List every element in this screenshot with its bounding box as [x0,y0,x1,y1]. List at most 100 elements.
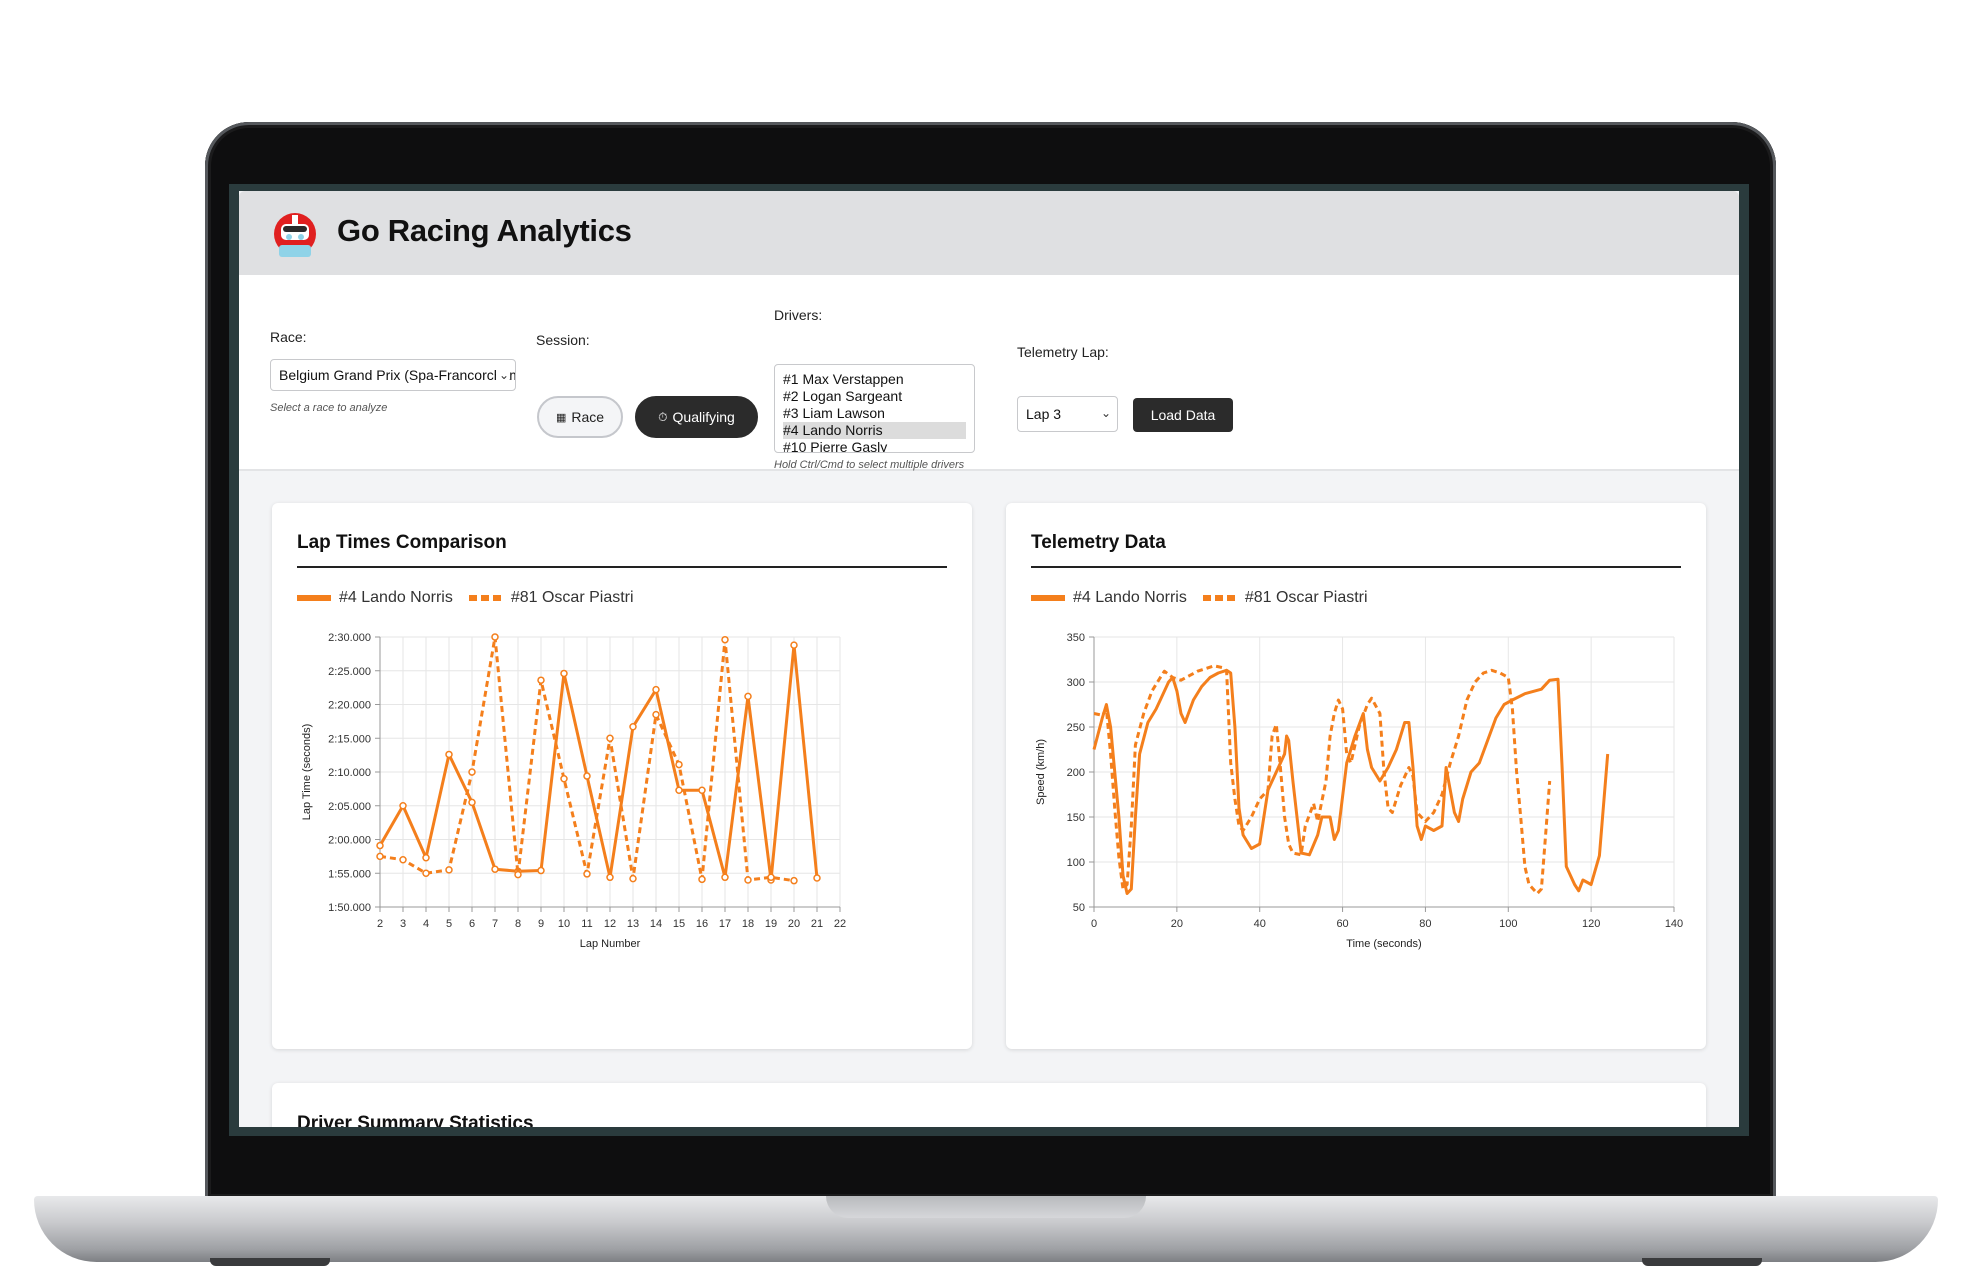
data-point [675,786,683,794]
data-point [422,853,430,862]
data-point [790,876,798,885]
data-point [675,760,683,769]
data-point [629,723,637,731]
session-qualifying-label: Qualifying [672,409,735,425]
race-select-value: Belgium Grand Prix (Spa-Francorchamps) [279,367,516,383]
x-tick-label: 0 [1091,918,1097,930]
summary-card: Driver Summary Statistics [272,1083,1706,1127]
data-point [744,876,752,884]
data-point [606,873,614,882]
data-point [767,873,775,882]
x-tick-label: 40 [1254,918,1266,930]
x-tick-label: 4 [423,918,429,930]
race-select[interactable]: Belgium Grand Prix (Spa-Francorchamps) ⌄ [270,359,516,391]
data-point [606,734,614,742]
data-point [537,866,545,875]
x-tick-label: 60 [1336,918,1348,930]
x-tick-label: 80 [1419,918,1431,930]
y-tick-label: 50 [1073,902,1085,914]
y-tick-label: 2:15.000 [328,733,371,745]
data-point [698,786,706,794]
x-tick-label: 11 [581,918,592,930]
controls-panel: Race: Belgium Grand Prix (Spa-Francorcha… [239,275,1739,471]
x-tick-label: 7 [492,918,498,930]
laptop-foot [210,1258,330,1266]
x-tick-label: 12 [604,918,616,930]
gopher-helmet-logo-icon [272,212,318,265]
app-screen: Go Racing Analytics Race: Belgium Grand … [239,191,1739,1127]
session-qualifying-button[interactable]: ⏱ Qualifying [635,396,758,438]
drivers-hint: Hold Ctrl/Cmd to select multiple drivers [774,459,965,471]
data-point [698,875,706,884]
x-tick-label: 19 [765,918,777,930]
data-point [629,874,637,883]
lap-select-value: Lap 3 [1026,406,1062,422]
y-tick-label: 2:00.000 [328,835,371,847]
data-point [721,635,729,644]
telemetry-card: Telemetry Data #4 Lando Norris #81 Oscar… [1006,503,1706,1049]
series-line-oscar-piastri [1093,664,1552,895]
x-tick-label: 21 [811,918,823,930]
app-title: Go Racing Analytics [337,213,632,248]
driver-option[interactable]: #3 Liam Lawson [783,405,966,422]
x-tick-label: 20 [788,918,800,930]
race-hint: Select a race to analyze [270,402,388,414]
data-point [445,750,453,759]
x-tick-label: 100 [1499,918,1517,930]
driver-option[interactable]: #2 Logan Sargeant [783,388,966,405]
y-tick-label: 2:20.000 [328,700,371,712]
data-point [721,873,729,882]
load-data-button[interactable]: Load Data [1133,398,1233,432]
lap-times-chart: 1:50.000 1:55.000 2:00.000 2:05.000 2:10.000… [301,632,846,950]
data-point [560,669,568,678]
session-race-label: Race [571,409,605,425]
y-tick-label: 250 [1067,722,1085,734]
x-tick-label: 13 [627,918,639,930]
x-tick-label: 14 [650,918,662,930]
telemetry-lap-select[interactable]: Lap 3 ⌄ [1017,396,1118,432]
stopwatch-icon: ⏱ [658,409,668,424]
data-point [813,874,821,882]
series-line-lando-norris [1092,668,1610,895]
data-point [652,685,660,694]
drivers-multiselect[interactable]: #1 Max Verstappen #2 Logan Sargeant #3 L… [774,364,975,453]
y-axis-title: Speed (km/h) [1035,739,1047,805]
x-axis-title: Lap Number [580,938,641,950]
data-point [468,768,476,776]
y-tick-label: 2:05.000 [328,801,371,813]
driver-option-selected[interactable]: #4 Lando Norris [783,422,966,439]
drivers-label: Drivers: [774,307,823,323]
x-tick-label: 140 [1665,918,1683,930]
data-point [491,633,499,641]
data-point [744,692,752,701]
x-tick-label: 10 [558,918,570,930]
data-point [399,856,407,864]
x-tick-label: 18 [742,918,754,930]
x-tick-label: 5 [446,918,452,930]
data-point [376,841,384,850]
chevron-down-icon: ⌄ [495,368,509,382]
y-tick-label: 300 [1067,677,1085,689]
x-tick-label: 120 [1582,918,1600,930]
series-line-lando-norris [378,643,819,882]
data-point [399,802,407,810]
data-point [583,772,591,780]
laptop-notch [826,1196,1146,1218]
x-tick-label: 6 [469,918,475,930]
data-point [468,798,476,807]
x-tick-label: 8 [515,918,521,930]
data-point [560,775,568,783]
y-tick-label: 200 [1067,767,1085,779]
y-tick-label: 2:25.000 [328,666,371,678]
x-axis-title: Time (seconds) [1346,938,1421,950]
laptop-foot [1642,1258,1762,1266]
y-tick-label: 2:30.000 [328,632,371,644]
driver-option[interactable]: #1 Max Verstappen [783,371,966,388]
data-point [491,865,499,873]
race-label: Race: [270,329,307,345]
driver-option[interactable]: #10 Pierre Gasly [783,439,966,452]
session-race-button[interactable]: ▦ Race [537,396,623,438]
y-axis-title: Lap Time (seconds) [301,724,313,821]
checkered-flag-icon: ▦ [555,411,567,424]
data-point [537,676,545,684]
